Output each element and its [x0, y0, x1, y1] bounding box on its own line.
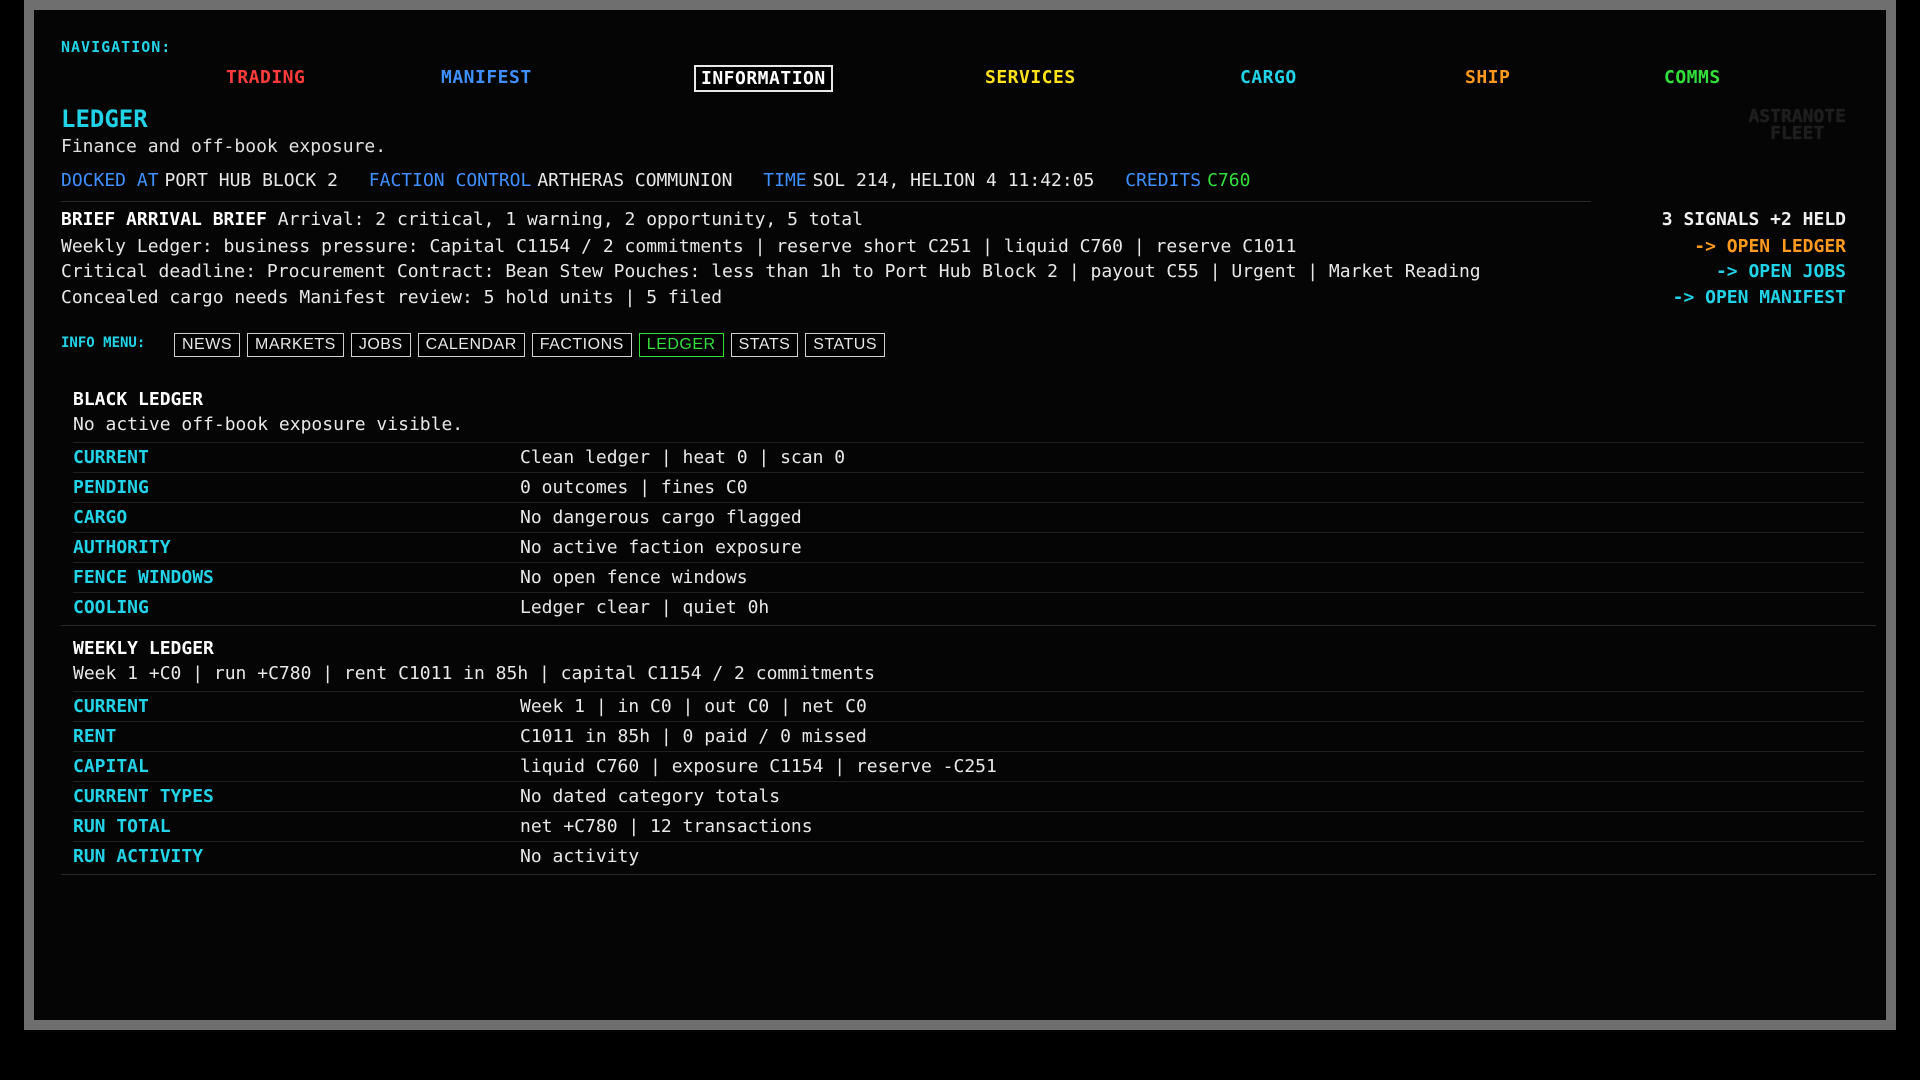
- status-divider: [61, 201, 1591, 202]
- open-jobs-link[interactable]: -> OPEN JOBS: [1716, 261, 1846, 282]
- page-title: LEDGER: [61, 105, 148, 133]
- nav-comms[interactable]: COMMS: [1664, 67, 1721, 88]
- nav-ship[interactable]: SHIP: [1465, 67, 1510, 88]
- table-row: FENCE WINDOWS No open fence windows: [73, 562, 1864, 592]
- black-ledger-section: BLACK LEDGER No active off-book exposure…: [61, 383, 1876, 626]
- info-menu-tabs: NEWS MARKETS JOBS CALENDAR FACTIONS LEDG…: [174, 333, 886, 357]
- critical-deadline-brief: Critical deadline: Procurement Contract:…: [61, 261, 1481, 282]
- nav-trading[interactable]: TRADING: [226, 67, 305, 88]
- weekly-ledger-section: WEEKLY LEDGER Week 1 +C0 | run +C780 | r…: [61, 632, 1876, 875]
- page-subtitle: Finance and off-book exposure.: [61, 136, 387, 157]
- docked-label: DOCKED AT: [61, 170, 159, 191]
- weekly-ledger-title: WEEKLY LEDGER: [73, 638, 214, 659]
- table-row: CURRENT Clean ledger | heat 0 | scan 0: [73, 442, 1864, 472]
- section-divider: [61, 874, 1876, 875]
- signals-count: 3 SIGNALS +2 HELD: [1661, 209, 1846, 230]
- weekly-ledger-subtitle: Week 1 +C0 | run +C780 | rent C1011 in 8…: [73, 663, 875, 684]
- table-row: RENT C1011 in 85h | 0 paid / 0 missed: [73, 721, 1864, 751]
- black-ledger-title: BLACK LEDGER: [73, 389, 204, 410]
- tab-ledger[interactable]: LEDGER: [638, 333, 724, 357]
- table-row: CURRENT TYPES No dated category totals: [73, 781, 1864, 811]
- tab-markets[interactable]: MARKETS: [247, 333, 344, 357]
- credits-label: CREDITS: [1125, 170, 1202, 191]
- status-bar: DOCKED AT PORT HUB BLOCK 2 FACTION CONTRO…: [61, 170, 1250, 191]
- time-value: SOL 214, HELION 4 11:42:05: [812, 170, 1095, 191]
- ghost-logo: ASTRANOTE FLEET: [1748, 106, 1846, 144]
- tab-factions[interactable]: FACTIONS: [531, 333, 632, 357]
- open-manifest-link[interactable]: -> OPEN MANIFEST: [1673, 287, 1846, 308]
- table-row: AUTHORITY No active faction exposure: [73, 532, 1864, 562]
- nav-information[interactable]: INFORMATION: [694, 65, 833, 92]
- nav-manifest[interactable]: MANIFEST: [441, 67, 532, 88]
- terminal-frame: NAVIGATION: TRADING MANIFEST INFORMATION…: [24, 0, 1896, 1030]
- section-divider: [61, 625, 1876, 626]
- tab-calendar[interactable]: CALENDAR: [417, 333, 525, 357]
- info-menu-label: INFO MENU:: [61, 335, 146, 351]
- faction-value: ARTHERAS COMMUNION: [537, 170, 733, 191]
- navigation-label: NAVIGATION:: [61, 38, 172, 56]
- terminal-screen: NAVIGATION: TRADING MANIFEST INFORMATION…: [44, 10, 1876, 1020]
- table-row: CARGO No dangerous cargo flagged: [73, 502, 1864, 532]
- tab-stats[interactable]: STATS: [730, 333, 799, 357]
- black-ledger-subtitle: No active off-book exposure visible.: [73, 414, 464, 435]
- arrival-brief-line: BRIEF ARRIVAL BRIEF Arrival: 2 critical,…: [61, 209, 863, 230]
- weekly-ledger-brief: Weekly Ledger: business pressure: Capita…: [61, 236, 1297, 257]
- nav-cargo[interactable]: CARGO: [1240, 67, 1297, 88]
- table-row: COOLING Ledger clear | quiet 0h: [73, 592, 1864, 622]
- docked-value: PORT HUB BLOCK 2: [164, 170, 338, 191]
- faction-label: FACTION CONTROL: [368, 170, 532, 191]
- concealed-cargo-brief: Concealed cargo needs Manifest review: 5…: [61, 287, 723, 308]
- nav-services[interactable]: SERVICES: [985, 67, 1076, 88]
- table-row: RUN ACTIVITY No activity: [73, 841, 1864, 871]
- time-label: TIME: [763, 170, 807, 191]
- table-row: PENDING 0 outcomes | fines C0: [73, 472, 1864, 502]
- open-ledger-link[interactable]: -> OPEN LEDGER: [1694, 236, 1846, 257]
- tab-jobs[interactable]: JOBS: [350, 333, 411, 357]
- tab-news[interactable]: NEWS: [174, 333, 240, 357]
- credits-value: C760: [1207, 170, 1251, 191]
- table-row: CURRENT Week 1 | in C0 | out C0 | net C0: [73, 691, 1864, 721]
- table-row: CAPITAL liquid C760 | exposure C1154 | re…: [73, 751, 1864, 781]
- tab-status[interactable]: STATUS: [805, 333, 886, 357]
- table-row: RUN TOTAL net +C780 | 12 transactions: [73, 811, 1864, 841]
